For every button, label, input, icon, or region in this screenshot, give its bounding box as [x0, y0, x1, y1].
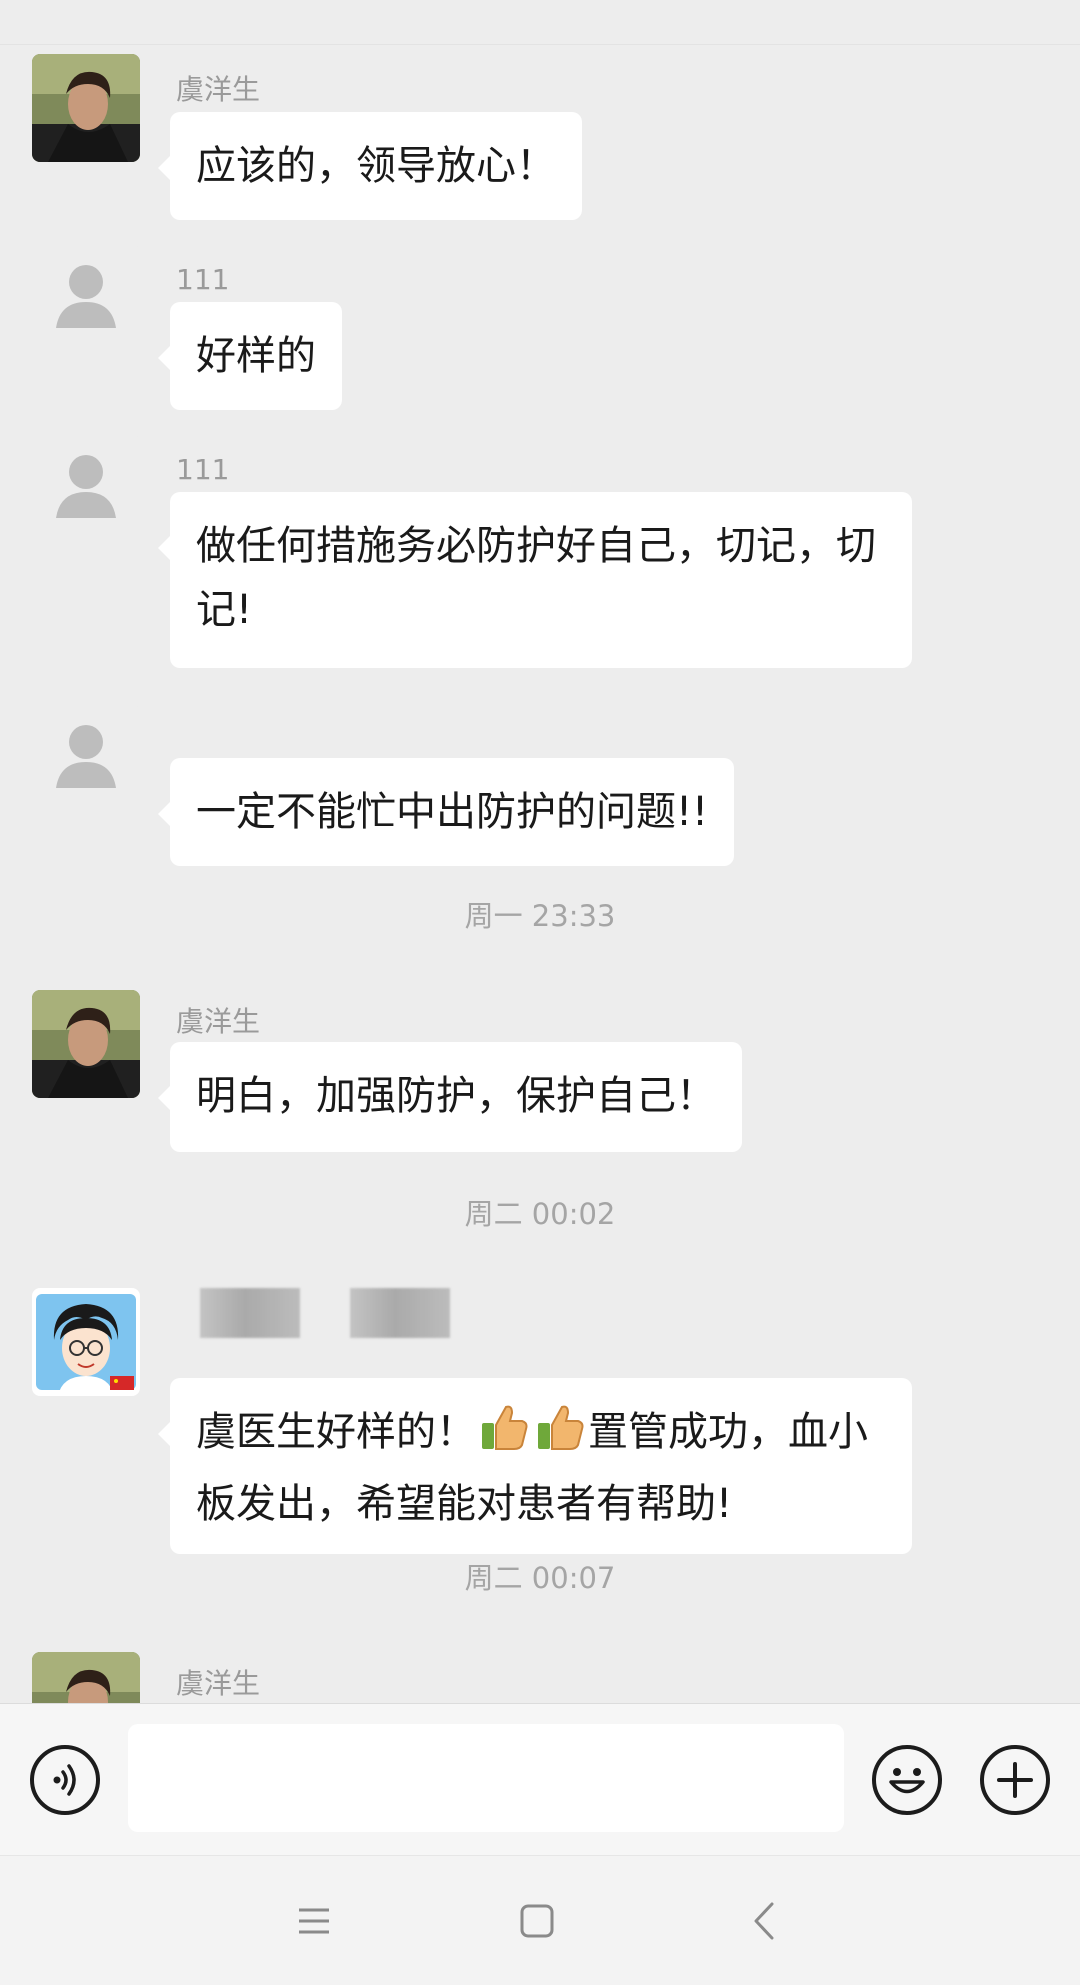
blurred-sender-name: [350, 1288, 450, 1338]
man-photo-avatar[interactable]: [32, 990, 140, 1098]
message-bubble[interactable]: 虞医生好样的！ 置管成功，血小板发出，希望能对患者有帮助!: [158, 1378, 912, 1554]
default-person-avatar[interactable]: [32, 434, 140, 542]
menu-icon[interactable]: [279, 1886, 349, 1956]
timestamp: 周一 23:33: [464, 899, 616, 933]
system-nav-bar: [0, 1855, 1080, 1985]
sender-name: 111: [176, 263, 230, 296]
thumbs-up-icon: [534, 1401, 586, 1472]
chat-input-bar: [0, 1703, 1080, 1855]
home-square-icon[interactable]: [502, 1886, 572, 1956]
default-person-avatar[interactable]: [32, 704, 140, 812]
default-person-avatar[interactable]: [32, 244, 140, 352]
chat-message-list[interactable]: 虞洋生 应该的，领导放心！ 111 好样的 111 做任何措施务必防护好自己，切…: [0, 44, 1080, 1703]
message-bubble[interactable]: 一定不能忙中出防护的问题!!: [157, 758, 735, 866]
message-input[interactable]: [128, 1724, 844, 1832]
back-chevron-icon[interactable]: [730, 1886, 800, 1956]
plus-icon[interactable]: [980, 1745, 1050, 1815]
cartoon-doctor-avatar[interactable]: [32, 1288, 140, 1396]
top-bar-edge: [0, 0, 1080, 45]
blurred-sender-name: [200, 1288, 300, 1338]
sender-name: 虞洋生: [176, 1005, 261, 1038]
emoji-icon[interactable]: [872, 1745, 942, 1815]
man-photo-avatar[interactable]: [32, 1652, 140, 1703]
chat-screen: 虞洋生 应该的，领导放心！ 111 好样的 111 做任何措施务必防护好自己，切…: [0, 0, 1080, 1985]
voice-icon[interactable]: [30, 1745, 100, 1815]
timestamp: 周二 00:07: [464, 1561, 616, 1595]
timestamp: 周二 00:02: [464, 1197, 616, 1231]
message-bubble[interactable]: 好样的: [158, 302, 342, 410]
sender-name: 111: [176, 453, 230, 486]
message-bubble[interactable]: 明白，加强防护，保护自己！: [158, 1042, 742, 1152]
sender-name: 虞洋生: [176, 73, 261, 106]
message-bubble[interactable]: 做任何措施务必防护好自己，切记，切记!: [158, 492, 912, 668]
message-text: 虞医生好样的！: [196, 1409, 476, 1455]
sender-name: 虞洋生: [176, 1667, 261, 1700]
message-bubble[interactable]: 应该的，领导放心！: [158, 112, 582, 220]
man-photo-avatar[interactable]: [32, 54, 140, 162]
thumbs-up-icon: [478, 1401, 530, 1472]
